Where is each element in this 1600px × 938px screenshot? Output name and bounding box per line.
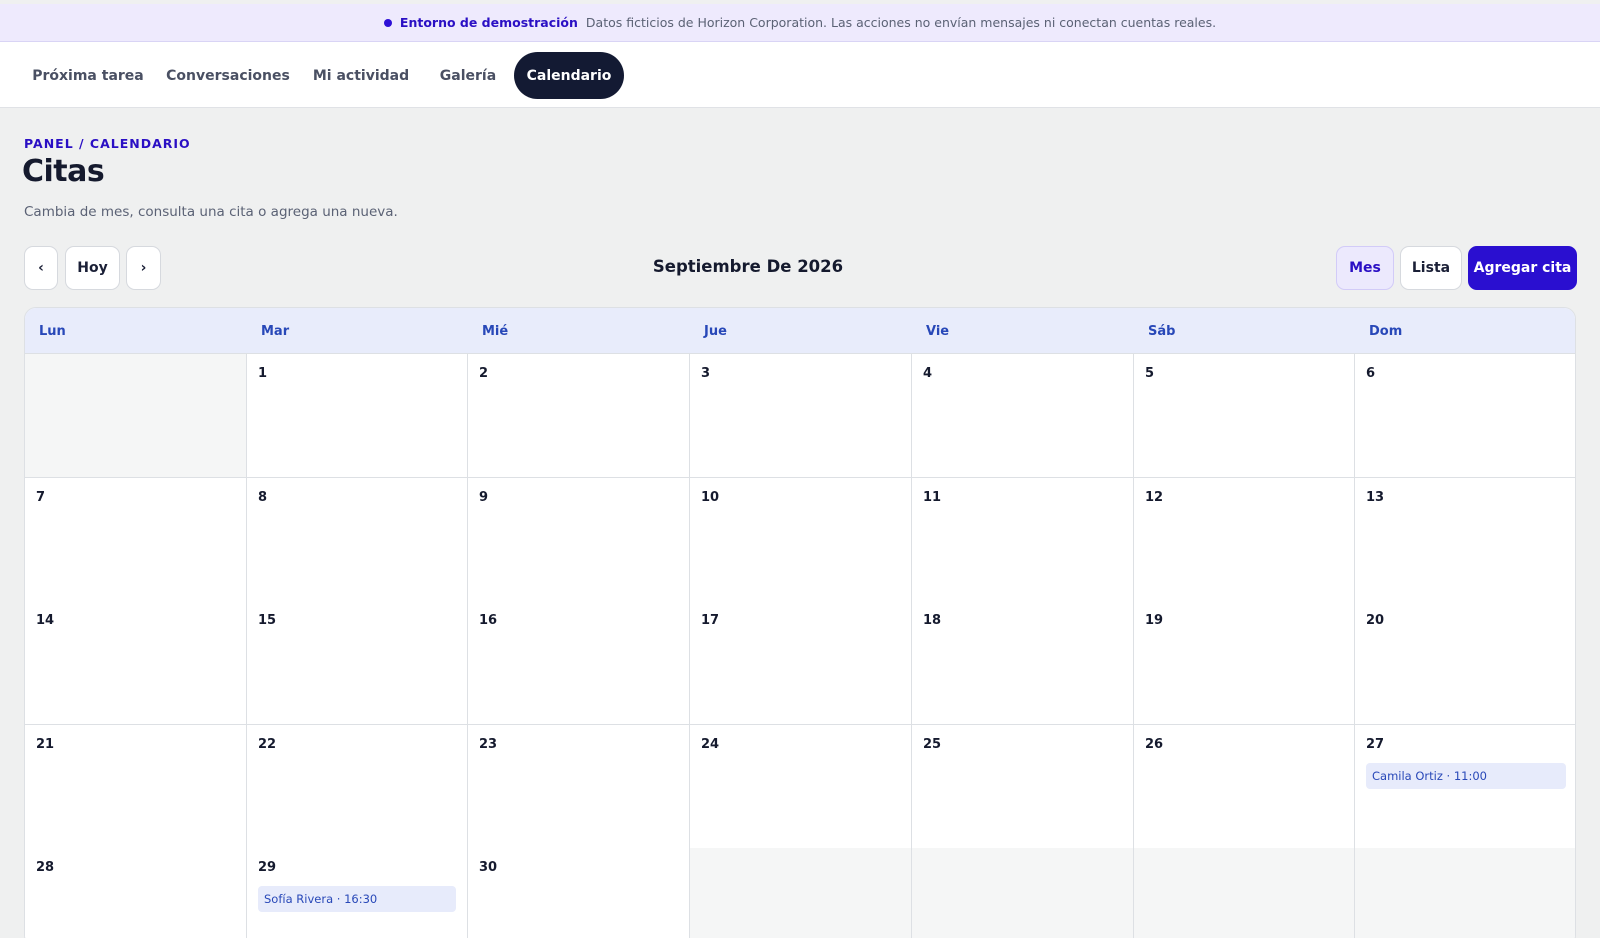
day-number: 7 xyxy=(36,490,46,505)
weekday-header: Lun Mar Mié Jue Vie Sáb Dom xyxy=(25,308,1575,354)
tab-conversaciones[interactable]: Conversaciones xyxy=(160,52,296,99)
day-number: 14 xyxy=(36,613,55,628)
tab-calendario[interactable]: Calendario xyxy=(514,52,624,99)
calendar-day-cell[interactable]: 13 xyxy=(1355,478,1575,602)
calendar-day-cell[interactable]: 25 xyxy=(912,725,1134,849)
day-number: 21 xyxy=(36,737,55,752)
calendar-day-cell[interactable]: 28 xyxy=(25,848,247,938)
day-number: 5 xyxy=(1145,366,1155,381)
day-number: 27 xyxy=(1366,737,1385,752)
day-number: 28 xyxy=(36,860,55,875)
day-number: 11 xyxy=(923,490,942,505)
calendar-day-cell[interactable]: 1 xyxy=(247,354,468,478)
today-button[interactable]: Hoy xyxy=(65,246,120,290)
day-number: 25 xyxy=(923,737,942,752)
calendar-day-cell[interactable]: 14 xyxy=(25,601,247,725)
calendar-day-cell[interactable]: 6 xyxy=(1355,354,1575,478)
weekday-mie: Mié xyxy=(482,324,509,339)
banner-title: Entorno de demostración xyxy=(399,15,578,30)
weekday-lun: Lun xyxy=(39,324,66,339)
day-number: 2 xyxy=(479,366,489,381)
day-number: 4 xyxy=(923,366,933,381)
calendar-day-cell[interactable]: 5 xyxy=(1134,354,1355,478)
calendar-day-cell[interactable]: 17 xyxy=(690,601,912,725)
day-number: 9 xyxy=(479,490,489,505)
day-number: 6 xyxy=(1366,366,1376,381)
day-number: 18 xyxy=(923,613,942,628)
day-number: 24 xyxy=(701,737,720,752)
calendar-empty-cell xyxy=(25,354,247,478)
top-nav: Próxima tarea Conversaciones Mi activida… xyxy=(0,42,1600,108)
calendar-empty-cell xyxy=(912,848,1134,938)
appointment-chip[interactable]: Sofía Rivera · 16:30 xyxy=(258,886,456,912)
calendar-day-cell[interactable]: 7 xyxy=(25,478,247,602)
day-number: 30 xyxy=(479,860,498,875)
calendar-day-cell[interactable]: 24 xyxy=(690,725,912,849)
calendar-day-cell[interactable]: 2 xyxy=(468,354,690,478)
page-title: Citas xyxy=(22,154,105,189)
calendar-day-cell[interactable]: 3 xyxy=(690,354,912,478)
current-month-label: Septiembre De 2026 xyxy=(652,257,844,276)
day-number: 15 xyxy=(258,613,277,628)
calendar-day-cell[interactable]: 12 xyxy=(1134,478,1355,602)
day-number: 13 xyxy=(1366,490,1385,505)
prev-month-button[interactable]: ‹ xyxy=(24,246,58,290)
day-number: 10 xyxy=(701,490,720,505)
calendar-day-cell[interactable]: 22 xyxy=(247,725,468,849)
day-number: 8 xyxy=(258,490,268,505)
calendar-empty-cell xyxy=(1134,848,1355,938)
tab-proxima-tarea[interactable]: Próxima tarea xyxy=(22,52,154,99)
day-number: 17 xyxy=(701,613,720,628)
calendar-grid: Lun Mar Mié Jue Vie Sáb Dom 1 2 3 4 5 6 7 8 9 10 11 12 13 1… xyxy=(24,307,1576,938)
calendar-empty-cell xyxy=(1355,848,1575,938)
weekday-sab: Sáb xyxy=(1148,324,1176,339)
banner-description: Datos ficticios de Horizon Corporation. … xyxy=(585,15,1217,30)
calendar-day-cell[interactable]: 16 xyxy=(468,601,690,725)
tab-galeria[interactable]: Galería xyxy=(424,52,512,99)
day-number: 22 xyxy=(258,737,277,752)
day-number: 1 xyxy=(258,366,268,381)
calendar-day-cell[interactable]: 20 xyxy=(1355,601,1575,725)
day-number: 23 xyxy=(479,737,498,752)
tab-mi-actividad[interactable]: Mi actividad xyxy=(304,52,418,99)
weekday-vie: Vie xyxy=(926,324,950,339)
calendar-day-cell[interactable]: 10 xyxy=(690,478,912,602)
calendar-day-cell[interactable]: 19 xyxy=(1134,601,1355,725)
calendar-day-cell[interactable]: 18 xyxy=(912,601,1134,725)
day-number: 19 xyxy=(1145,613,1164,628)
add-appointment-button[interactable]: Agregar cita xyxy=(1468,246,1577,290)
calendar-empty-cell xyxy=(690,848,912,938)
weekday-mar: Mar xyxy=(261,324,290,339)
page-subtitle: Cambia de mes, consulta una cita o agreg… xyxy=(24,204,398,220)
next-month-button[interactable]: › xyxy=(126,246,161,290)
view-month-button[interactable]: Mes xyxy=(1336,246,1394,290)
breadcrumb: PANEL / CALENDARIO xyxy=(24,136,191,151)
day-number: 26 xyxy=(1145,737,1164,752)
calendar-day-cell[interactable]: 21 xyxy=(25,725,247,849)
status-dot-icon xyxy=(383,18,392,27)
appointment-chip[interactable]: Camila Ortiz · 11:00 xyxy=(1366,763,1566,789)
day-number: 3 xyxy=(701,366,711,381)
demo-banner: Entorno de demostración Datos ficticios … xyxy=(0,4,1600,42)
view-list-button[interactable]: Lista xyxy=(1400,246,1462,290)
calendar-day-cell[interactable]: 30 xyxy=(468,848,690,938)
weekday-jue: Jue xyxy=(704,324,727,339)
calendar-day-cell[interactable]: 9 xyxy=(468,478,690,602)
calendar-day-cell[interactable]: 29 Sofía Rivera · 16:30 xyxy=(247,848,468,938)
calendar-day-cell[interactable]: 8 xyxy=(247,478,468,602)
day-number: 29 xyxy=(258,860,277,875)
weekday-dom: Dom xyxy=(1369,324,1403,339)
calendar-day-cell[interactable]: 15 xyxy=(247,601,468,725)
calendar-day-cell[interactable]: 4 xyxy=(912,354,1134,478)
calendar-day-cell[interactable]: 27 Camila Ortiz · 11:00 xyxy=(1355,725,1575,849)
day-number: 16 xyxy=(479,613,498,628)
day-number: 20 xyxy=(1366,613,1385,628)
calendar-day-cell[interactable]: 23 xyxy=(468,725,690,849)
calendar-day-cell[interactable]: 11 xyxy=(912,478,1134,602)
day-number: 12 xyxy=(1145,490,1164,505)
calendar-day-cell[interactable]: 26 xyxy=(1134,725,1355,849)
